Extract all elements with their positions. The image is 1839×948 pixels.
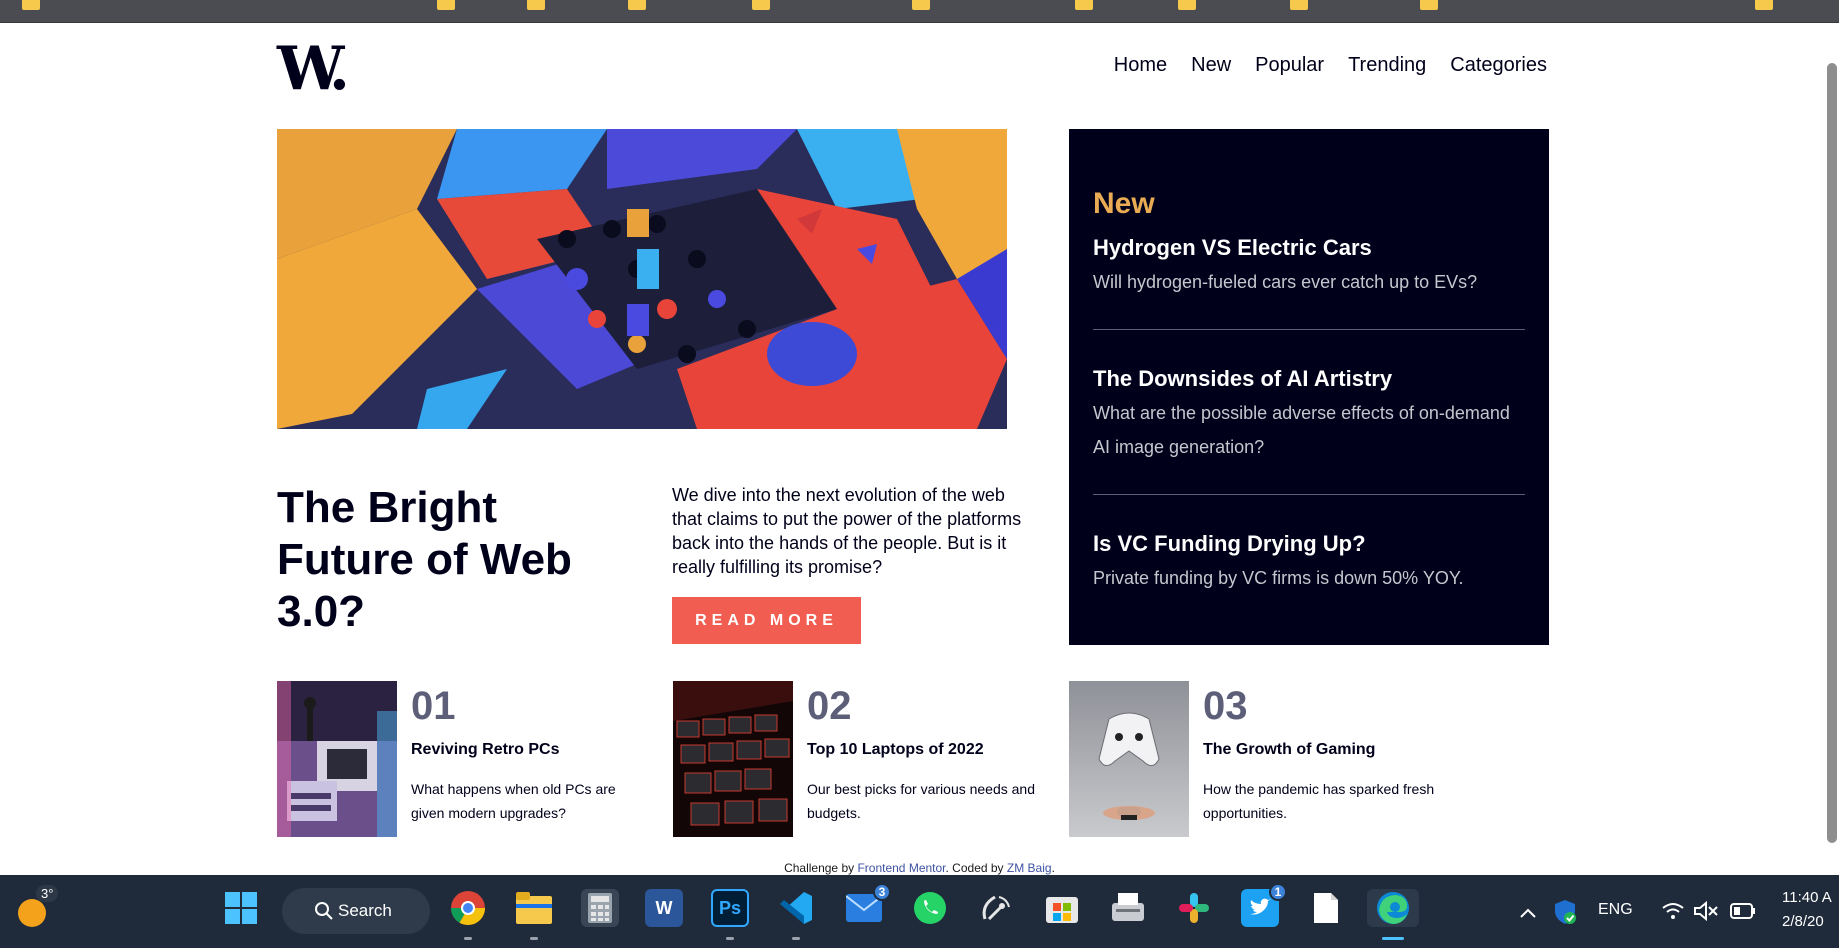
retro-pc-thumbnail[interactable] <box>277 681 397 837</box>
running-indicator <box>464 937 472 940</box>
windows-logo-icon <box>225 892 257 924</box>
bookmark-folder-icon[interactable] <box>1290 0 1308 10</box>
main-nav: Home New Popular Trending Categories <box>1114 54 1547 77</box>
new-item-title[interactable]: The Downsides of AI Artistry <box>1093 366 1525 392</box>
new-articles-panel: New Hydrogen VS Electric Cars Will hydro… <box>1069 129 1549 645</box>
clock-time[interactable]: 11:40 A <box>1782 889 1832 906</box>
bookmark-folder-icon[interactable] <box>1075 0 1093 10</box>
nav-new[interactable]: New <box>1191 54 1231 77</box>
new-item-text: Private funding by VC firms is down 50% … <box>1093 568 1464 588</box>
bookmark-folder-icon[interactable] <box>1178 0 1196 10</box>
calculator-icon[interactable] <box>581 889 619 927</box>
bookmark-folder-icon[interactable] <box>1755 0 1773 10</box>
laptop-keyboard-thumbnail[interactable] <box>673 681 793 837</box>
vscode-icon[interactable] <box>777 889 815 927</box>
wifi-icon[interactable] <box>1661 902 1685 920</box>
store-icon[interactable] <box>1043 889 1081 927</box>
word-icon[interactable]: W <box>645 889 683 927</box>
search-label: Search <box>338 901 392 920</box>
divider <box>1093 329 1525 330</box>
browser-bookmarks-bar <box>0 0 1839 23</box>
mail-badge: 3 <box>873 883 891 901</box>
active-indicator <box>1382 937 1404 940</box>
battery-icon[interactable] <box>1730 903 1756 919</box>
scrollbar-thumb[interactable] <box>1827 63 1837 843</box>
card-number: 01 <box>411 684 456 728</box>
running-indicator <box>792 937 800 940</box>
article-card: 03 The Growth of Gaming How the pandemic… <box>1069 681 1449 837</box>
new-item[interactable]: Is VC Funding Drying Up? Private funding… <box>1093 531 1525 595</box>
new-panel-heading: New <box>1093 187 1155 220</box>
photoshop-icon[interactable]: Ps <box>711 889 749 927</box>
bookmark-folder-icon[interactable] <box>527 0 545 10</box>
fax-scanner-icon[interactable] <box>1109 889 1147 927</box>
frontend-mentor-link[interactable]: Frontend Mentor <box>857 861 945 875</box>
article-card: 01 Reviving Retro PCs What happens when … <box>277 681 657 837</box>
web-page: W. Home New Popular Trending Categories <box>0 23 1839 875</box>
card-description: What happens when old PCs are given mode… <box>411 781 616 821</box>
bookmark-folder-icon[interactable] <box>1420 0 1438 10</box>
new-item-title[interactable]: Is VC Funding Drying Up? <box>1093 531 1525 557</box>
card-number: 02 <box>807 684 852 728</box>
card-description: Our best picks for various needs and bud… <box>807 781 1036 821</box>
nav-categories[interactable]: Categories <box>1450 54 1547 77</box>
mail-icon[interactable]: 3 <box>845 883 891 927</box>
clock-date[interactable]: 2/8/20 <box>1782 913 1824 930</box>
bookmark-folder-icon[interactable] <box>628 0 646 10</box>
taskbar-search[interactable]: Search <box>282 888 430 934</box>
satellite-dish-icon[interactable] <box>977 889 1015 927</box>
weather-widget[interactable]: 3° <box>16 885 59 933</box>
file-explorer-icon[interactable] <box>515 889 553 927</box>
card-title[interactable]: The Growth of Gaming <box>1203 741 1375 759</box>
new-item-text: What are the possible adverse effects of… <box>1093 403 1510 457</box>
new-item[interactable]: The Downsides of AI Artistry What are th… <box>1093 366 1525 464</box>
edge-icon[interactable] <box>1367 889 1419 927</box>
card-title[interactable]: Reviving Retro PCs <box>411 741 559 759</box>
bookmark-folder-icon[interactable] <box>22 0 40 10</box>
new-item-title[interactable]: Hydrogen VS Electric Cars <box>1093 235 1525 261</box>
search-icon <box>315 902 333 920</box>
weather-temperature: 3° <box>36 885 59 902</box>
bookmark-folder-icon[interactable] <box>912 0 930 10</box>
bookmark-folder-icon[interactable] <box>437 0 455 10</box>
hero-image <box>277 129 1007 429</box>
card-description: How the pandemic has sparked fresh oppor… <box>1203 781 1435 821</box>
article-card: 02 Top 10 Laptops of 2022 Our best picks… <box>673 681 1053 837</box>
slack-icon[interactable] <box>1175 889 1213 927</box>
whatsapp-icon[interactable] <box>911 889 949 927</box>
nav-trending[interactable]: Trending <box>1348 54 1426 77</box>
start-button[interactable] <box>222 889 260 927</box>
new-item[interactable]: Hydrogen VS Electric Cars Will hydrogen-… <box>1093 235 1525 299</box>
document-icon[interactable] <box>1307 889 1345 927</box>
bookmark-folder-icon[interactable] <box>752 0 770 10</box>
divider <box>1093 494 1525 495</box>
card-number: 03 <box>1203 684 1248 728</box>
chevron-up-icon[interactable] <box>1520 907 1536 919</box>
nav-home[interactable]: Home <box>1114 54 1167 77</box>
read-more-button[interactable]: READ MORE <box>672 597 861 644</box>
card-title[interactable]: Top 10 Laptops of 2022 <box>807 741 984 759</box>
taskbar: 3° Search W Ps 3 1 ENG 11:40 A 2/8/20 <box>0 875 1839 948</box>
language-indicator[interactable]: ENG <box>1598 901 1633 919</box>
running-indicator <box>530 937 538 940</box>
author-link[interactable]: ZM Baig <box>1007 861 1052 875</box>
gaming-controller-thumbnail[interactable] <box>1069 681 1189 837</box>
weather-sun-icon <box>18 899 46 927</box>
page-scrollbar[interactable] <box>1825 23 1839 875</box>
site-logo[interactable]: W. <box>277 39 350 99</box>
hero-title: The Bright Future of Web 3.0? <box>277 483 572 637</box>
twitter-icon[interactable]: 1 <box>1241 883 1287 927</box>
attribution-middle: . Coded by <box>945 861 1007 875</box>
security-shield-icon[interactable] <box>1553 899 1577 925</box>
nav-popular[interactable]: Popular <box>1255 54 1324 77</box>
chrome-icon[interactable] <box>449 889 487 927</box>
attribution-prefix: Challenge by <box>784 861 858 875</box>
twitter-badge: 1 <box>1269 883 1287 901</box>
hero-description: We dive into the next evolution of the w… <box>672 485 1022 577</box>
attribution: Challenge by Frontend Mentor. Coded by Z… <box>0 861 1839 875</box>
attribution-suffix: . <box>1051 861 1055 875</box>
volume-muted-icon[interactable] <box>1693 901 1719 921</box>
new-item-text: Will hydrogen-fueled cars ever catch up … <box>1093 272 1478 292</box>
running-indicator <box>726 937 734 940</box>
